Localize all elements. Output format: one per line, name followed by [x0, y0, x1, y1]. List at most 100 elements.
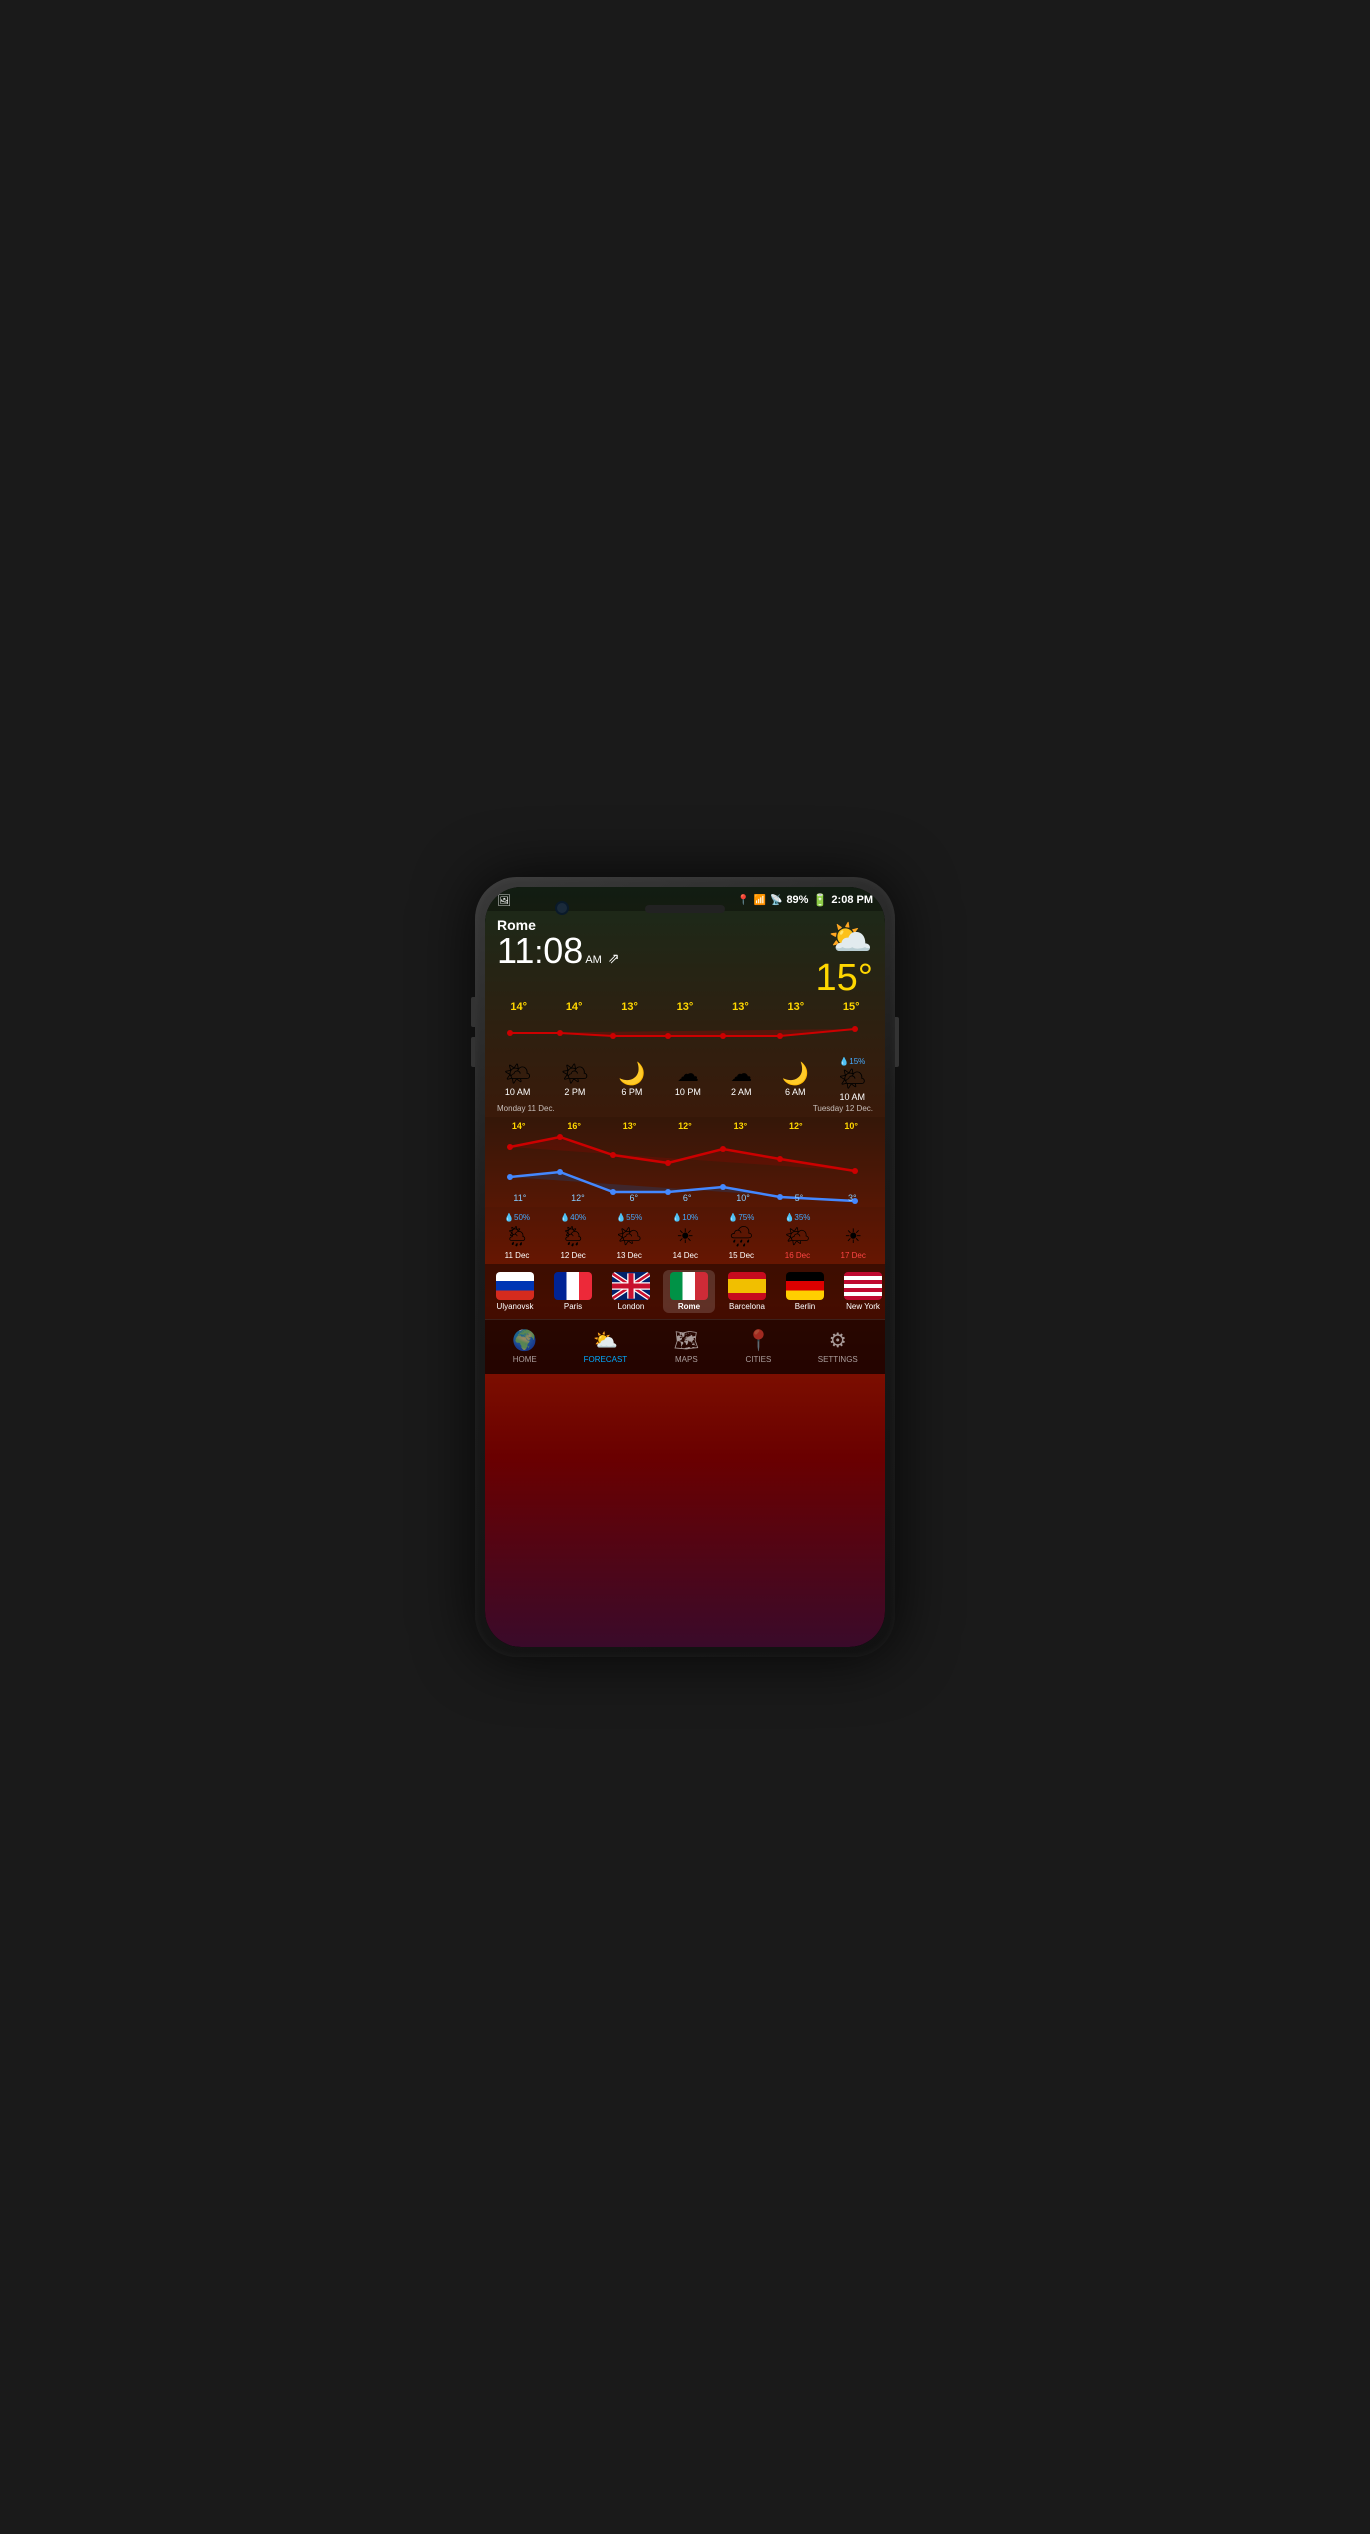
low-temp-6: 3°	[848, 1193, 857, 1203]
maps-icon: 🗺	[674, 1328, 699, 1353]
nav-item-cities[interactable]: 📍 CITIES	[746, 1328, 772, 1364]
status-left: 🖼	[497, 894, 511, 907]
daily-date-2: 13 Dec	[617, 1251, 642, 1260]
city-label-berlin: Berlin	[795, 1302, 815, 1311]
hourly-icon-1: 🌤	[561, 1063, 589, 1085]
wifi-icon: 📶	[754, 895, 766, 906]
volume-down-button[interactable]	[471, 1037, 475, 1067]
location-icon: 📍	[737, 895, 749, 906]
daily-percent-1: 💧40%	[560, 1213, 586, 1222]
forecast-icon: ⛅	[593, 1328, 618, 1353]
hourly-item-6: 💧15% 🌤 10 AM	[838, 1057, 866, 1102]
time-colon: :	[534, 936, 543, 970]
daily-icon-5: 🌤	[785, 1224, 810, 1249]
city-item-ulyanovsk[interactable]: Ulyanovsk	[489, 1272, 541, 1311]
bottom-nav: 🌍 HOME ⛅ FORECAST 🗺 MAPS 📍 CITIES ⚙	[485, 1319, 885, 1374]
daily-percent-0: 💧50%	[504, 1213, 530, 1222]
current-temp: 15°	[816, 959, 873, 997]
hourly-section: 🌤 10 AM 🌤 2 PM 🌙 6 PM ☁ 10 PM	[485, 1053, 885, 1117]
hourly-time-4: 2 AM	[731, 1087, 752, 1097]
nav-item-maps[interactable]: 🗺 MAPS	[674, 1328, 699, 1364]
hourly-time-6: 10 AM	[840, 1092, 866, 1102]
daily-date-5: 16 Dec	[785, 1251, 810, 1260]
daily-percent-3: 💧10%	[672, 1213, 698, 1222]
city-item-newyork[interactable]: New York	[837, 1272, 885, 1311]
image-icon: 🖼	[497, 894, 511, 907]
current-weather: ⛅ 15°	[816, 917, 873, 997]
hourly-item-1: 🌤 2 PM	[561, 1063, 589, 1097]
daily-item-2: 💧55% 🌤 13 Dec	[616, 1213, 642, 1260]
hourly-time-5: 6 AM	[785, 1087, 806, 1097]
city-item-london[interactable]: London	[605, 1272, 657, 1311]
hourly-time-3: 10 PM	[675, 1087, 701, 1097]
flag-spain	[728, 1272, 766, 1300]
city-item-rome[interactable]: Rome	[663, 1270, 715, 1313]
nav-item-settings[interactable]: ⚙ SETTINGS	[818, 1328, 858, 1364]
daily-percent-5: 💧35%	[784, 1213, 810, 1222]
high-temp-3: 12°	[678, 1121, 692, 1131]
cities-icon: 📍	[746, 1328, 771, 1353]
flag-france	[554, 1272, 592, 1300]
nav-item-home[interactable]: 🌍 HOME	[512, 1328, 537, 1364]
nav-label-forecast: FORECAST	[584, 1355, 628, 1364]
cities-row[interactable]: Ulyanovsk Paris	[485, 1264, 885, 1319]
hourly-icon-3: ☁	[677, 1063, 699, 1085]
hourly-item-4: ☁ 2 AM	[730, 1063, 752, 1097]
nav-label-settings: SETTINGS	[818, 1355, 858, 1364]
time-hours: 11	[497, 933, 534, 969]
high-temp-6: 10°	[844, 1121, 858, 1131]
city-item-barcelona[interactable]: Barcelona	[721, 1272, 773, 1311]
hourly-item-3: ☁ 10 PM	[675, 1063, 701, 1097]
top-section: Rome 11 : 08 AM ⇗ ⛅ 15°	[485, 911, 885, 1001]
city-label-rome: Rome	[678, 1302, 700, 1311]
phone-screen: 🖼 📍 📶 📡 89% 🔋 2:08 PM Rome 11 :	[485, 887, 885, 1647]
city-item-berlin[interactable]: Berlin	[779, 1272, 831, 1311]
low-temp-0: 11°	[513, 1193, 526, 1203]
city-time: Rome 11 : 08 AM ⇗	[497, 917, 620, 970]
nav-label-home: HOME	[513, 1355, 537, 1364]
power-button[interactable]	[895, 1017, 899, 1067]
time-ampm: AM	[585, 954, 602, 966]
daily-date-6: 17 Dec	[841, 1251, 866, 1260]
city-item-paris[interactable]: Paris	[547, 1272, 599, 1311]
hourly-icon-6: 🌤	[838, 1068, 866, 1090]
hourly-item-0: 🌤 10 AM	[504, 1063, 532, 1097]
home-icon: 🌍	[512, 1328, 537, 1353]
hourly-time-1: 2 PM	[564, 1087, 585, 1097]
hourly-item-2: 🌙 6 PM	[618, 1063, 645, 1097]
share-icon[interactable]: ⇗	[608, 950, 620, 967]
high-temp-2: 13°	[623, 1121, 637, 1131]
daily-percent-2: 💧55%	[616, 1213, 642, 1222]
hourly-icon-0: 🌤	[504, 1063, 532, 1085]
city-label-london: London	[618, 1302, 645, 1311]
nav-item-forecast[interactable]: ⛅ FORECAST	[584, 1328, 628, 1364]
current-weather-icon: ⛅	[828, 917, 873, 959]
signal-icon: 📡	[770, 895, 782, 906]
camera-icon	[555, 901, 569, 915]
time-minutes: 08	[543, 933, 583, 969]
daily-date-4: 15 Dec	[729, 1251, 754, 1260]
daily-date-1: 12 Dec	[560, 1251, 585, 1260]
daily-icon-0: 🌦	[504, 1224, 529, 1249]
city-label-ulyanovsk: Ulyanovsk	[497, 1302, 534, 1311]
daily-section: 💧50% 🌦 11 Dec 💧40% 🌦 12 Dec 💧55% 🌤 13 De…	[485, 1207, 885, 1264]
hourly-item-5: 🌙 6 AM	[782, 1063, 809, 1097]
time-display: 11 : 08 AM ⇗	[497, 933, 620, 970]
daily-icon-6: ☀	[844, 1224, 862, 1249]
phone-frame: 🖼 📍 📶 📡 89% 🔋 2:08 PM Rome 11 :	[475, 877, 895, 1657]
date-labels: Monday 11 Dec. Tuesday 12 Dec.	[485, 1104, 885, 1113]
flag-russia	[496, 1272, 534, 1300]
daily-icon-2: 🌤	[617, 1224, 642, 1249]
battery-percent: 89%	[786, 894, 808, 906]
daily-item-1: 💧40% 🌦 12 Dec	[560, 1213, 586, 1260]
low-temp-3: 6°	[683, 1193, 692, 1203]
daily-item-4: 💧75% 🌧 15 Dec	[728, 1213, 754, 1260]
city-label-paris: Paris	[564, 1302, 582, 1311]
daily-item-3: 💧10% ☀ 14 Dec	[672, 1213, 698, 1260]
low-temp-1: 12°	[571, 1193, 585, 1203]
daily-percent-4: 💧75%	[728, 1213, 754, 1222]
top-graph-svg	[485, 1001, 885, 1051]
volume-up-button[interactable]	[471, 997, 475, 1027]
hourly-icon-2: 🌙	[618, 1063, 645, 1085]
hourly-time-2: 6 PM	[621, 1087, 642, 1097]
